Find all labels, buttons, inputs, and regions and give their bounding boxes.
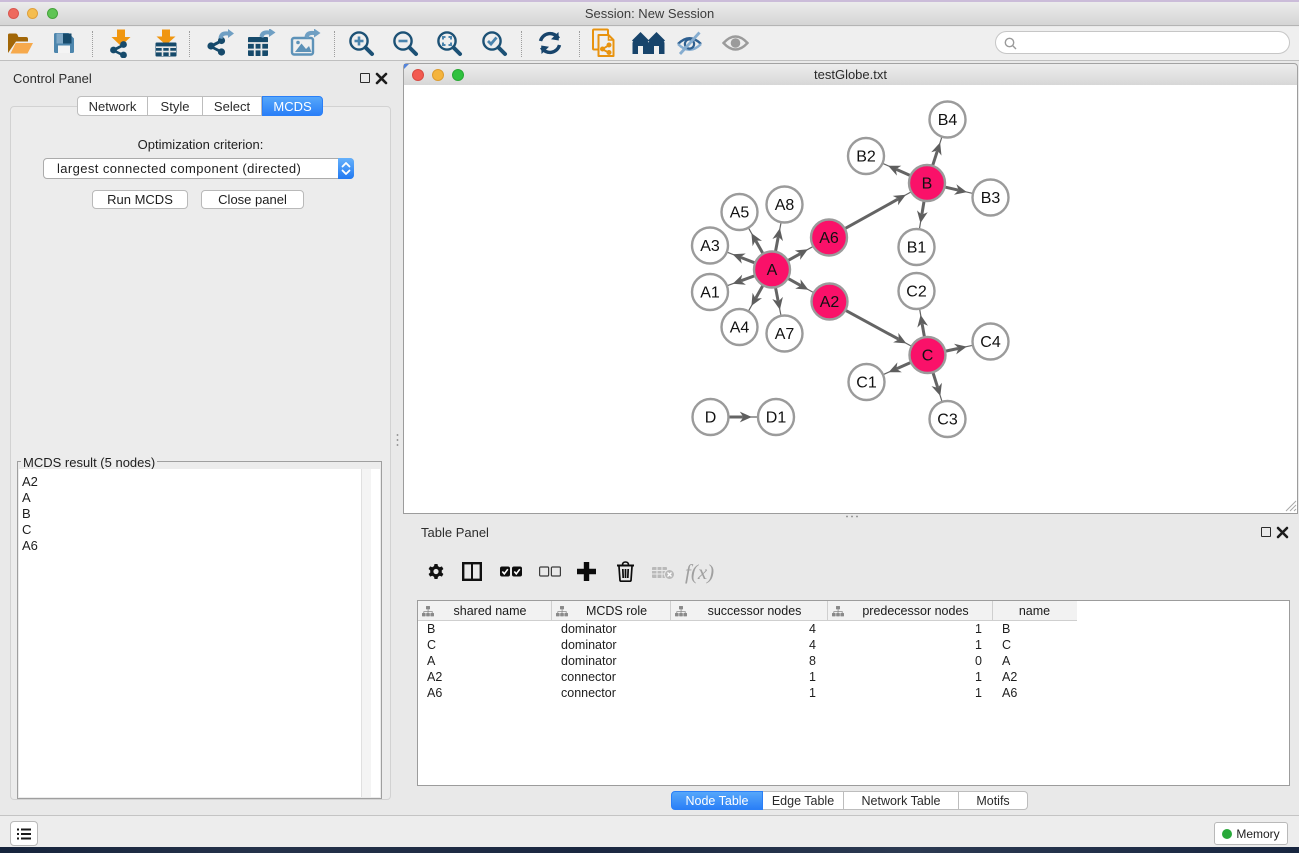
svg-text:D: D (705, 410, 717, 427)
svg-text:A5: A5 (730, 205, 750, 222)
svg-text:B2: B2 (856, 149, 876, 166)
svg-text:A8: A8 (775, 197, 795, 214)
svg-text:A3: A3 (700, 238, 720, 255)
svg-text:B4: B4 (938, 112, 958, 129)
svg-text:A4: A4 (730, 320, 750, 337)
svg-text:C2: C2 (906, 284, 927, 301)
svg-text:D1: D1 (766, 410, 787, 427)
svg-text:A6: A6 (819, 230, 839, 247)
svg-text:B: B (922, 176, 933, 193)
svg-text:B1: B1 (907, 240, 927, 257)
svg-text:C3: C3 (937, 412, 958, 429)
svg-text:B3: B3 (981, 190, 1001, 207)
svg-text:C4: C4 (980, 334, 1001, 351)
svg-text:A1: A1 (700, 285, 720, 302)
svg-text:A2: A2 (820, 294, 840, 311)
svg-text:C: C (922, 348, 934, 365)
svg-text:C1: C1 (856, 375, 877, 392)
svg-text:A7: A7 (775, 326, 795, 343)
svg-text:A: A (767, 262, 778, 279)
